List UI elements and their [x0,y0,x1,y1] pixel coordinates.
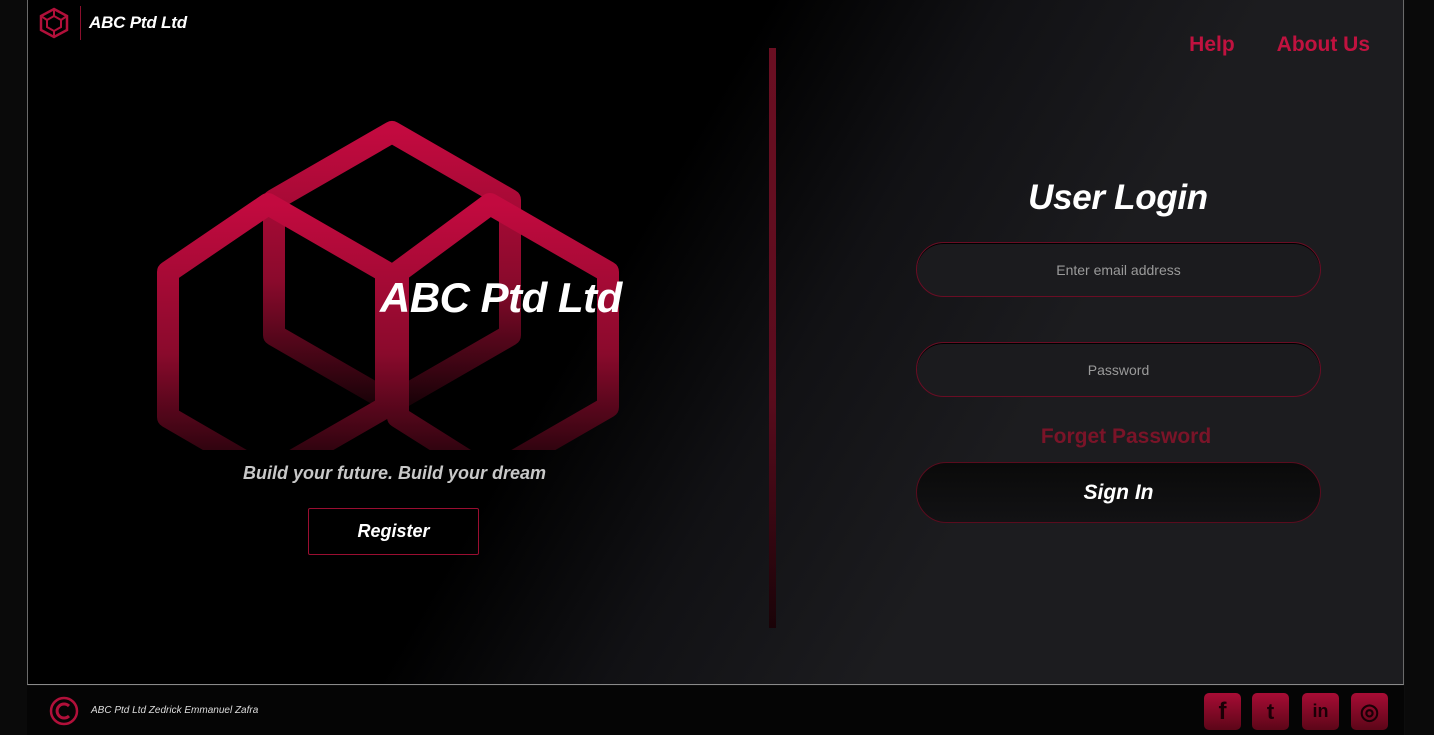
brand-name: ABC Ptd Ltd [89,13,187,32]
sign-in-button[interactable]: Sign In [916,462,1321,523]
login-title: User Login [1028,178,1208,217]
copyright-icon [49,696,79,726]
footer: ABC Ptd Ltd Zedrick Emmanuel Zafra f t i… [27,686,1404,735]
twitter-icon[interactable]: t [1252,693,1289,730]
forgot-password-link[interactable]: Forget Password [916,425,1336,449]
email-field[interactable] [916,242,1321,297]
linkedin-icon[interactable]: in [1302,693,1339,730]
outer-right-margin [1405,0,1434,735]
hero-logo-text: ABC Ptd Ltd [380,274,622,321]
register-button[interactable]: Register [308,508,479,555]
outer-left-margin [0,0,27,735]
vertical-divider [769,48,776,628]
brand[interactable]: ABC Ptd Ltd [38,5,187,41]
password-field[interactable] [916,342,1321,397]
top-nav: Help About Us [1189,33,1370,57]
cube-grid-icon [39,7,69,39]
footer-text: ABC Ptd Ltd Zedrick Emmanuel Zafra [91,705,259,716]
facebook-icon[interactable]: f [1204,693,1241,730]
nav-about-link[interactable]: About Us [1277,33,1370,57]
nav-help-link[interactable]: Help [1189,33,1235,57]
hero-tagline: Build your future. Build your dream [243,463,547,483]
brand-separator [80,6,81,40]
instagram-icon[interactable]: ◎ [1351,693,1388,730]
